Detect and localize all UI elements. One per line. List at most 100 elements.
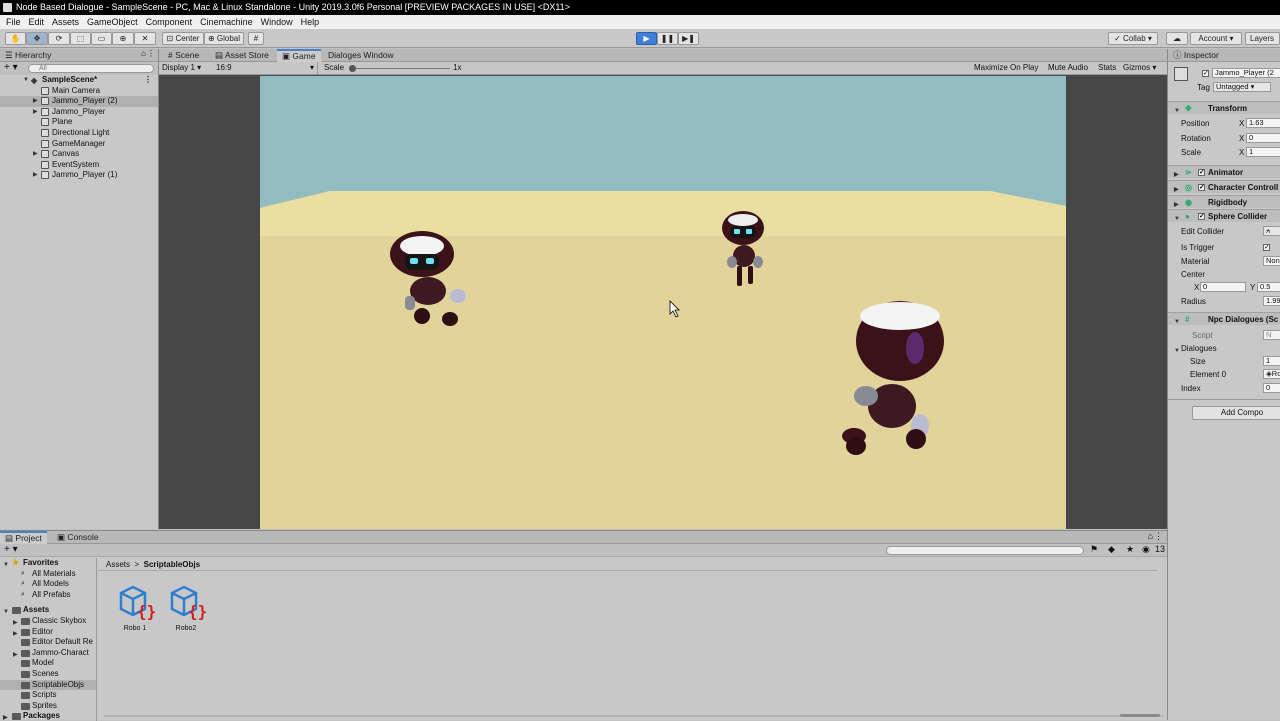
menu-gameobject[interactable]: GameObject <box>83 15 142 29</box>
step-button[interactable]: ▶❚ <box>678 32 699 45</box>
expand-arrow-icon[interactable]: ▶ <box>33 170 38 181</box>
hierarchy-item[interactable]: Plane <box>0 117 158 128</box>
folder-item[interactable]: Scripts <box>0 690 96 701</box>
position-x-field[interactable]: 1.63 <box>1246 118 1280 128</box>
filter-by-label-icon[interactable]: ◆ <box>1108 544 1115 555</box>
pause-button[interactable]: ❚❚ <box>657 32 678 45</box>
tab-project[interactable]: ▤ Project <box>0 531 47 544</box>
folder-item[interactable]: Sprites <box>0 701 96 712</box>
dialogues-size-field[interactable]: 1 <box>1263 356 1280 366</box>
animator-component-header[interactable]: ▶ ⋗ ✓ Animator <box>1168 165 1280 178</box>
favorites-row[interactable]: ▼ ★ Favorites <box>0 558 96 569</box>
npc-dialogues-header[interactable]: ▼ # Npc Dialogues (Sc <box>1168 312 1280 325</box>
account-dropdown[interactable]: Account ▾ <box>1190 32 1242 45</box>
expand-arrow-icon[interactable]: ▼ <box>23 75 29 86</box>
panel-menu-icon[interactable]: ⋮ <box>1154 531 1163 542</box>
favorites-item[interactable]: ⌕ All Models <box>0 579 96 590</box>
scale-slider-handle[interactable] <box>349 65 356 72</box>
aspect-dropdown[interactable]: 16:9 ▾ <box>216 62 318 74</box>
is-trigger-checkbox[interactable]: ✓ <box>1263 244 1270 251</box>
hierarchy-item[interactable]: ▶ Jammo_Player (2) <box>0 96 158 107</box>
favorites-item[interactable]: ⌕ All Materials <box>0 569 96 580</box>
assets-root-row[interactable]: ▼ Assets <box>0 605 96 616</box>
tab-hierarchy[interactable]: ☰ Hierarchy <box>0 49 56 62</box>
edit-collider-button[interactable]: ⍲ <box>1263 226 1280 236</box>
stats-toggle[interactable]: Stats <box>1098 62 1116 74</box>
radius-field[interactable]: 1.99 <box>1263 296 1280 306</box>
move-tool-icon[interactable]: ✥ <box>26 32 48 45</box>
folder-item[interactable]: Editor Default Re <box>0 637 96 648</box>
transform-tool-icon[interactable]: ⊕ <box>112 32 134 45</box>
lock-icon[interactable]: ⌂ <box>1148 531 1153 541</box>
scale-slider[interactable] <box>350 68 450 69</box>
menu-cinemachine[interactable]: Cinemachine <box>196 15 257 29</box>
collab-button[interactable]: ✓ Collab ▾ <box>1108 32 1158 45</box>
folder-item[interactable]: ▶ Editor <box>0 627 96 638</box>
pivot-global-button[interactable]: ⊕ Global <box>204 32 244 45</box>
favorite-star-icon[interactable]: ★ <box>1126 544 1134 555</box>
center-x-field[interactable]: 0 <box>1200 282 1246 292</box>
icon-size-slider[interactable] <box>1120 714 1160 717</box>
asset-robo1[interactable]: {} Robo 1 <box>115 583 156 643</box>
tab-scene[interactable]: # Scene <box>163 49 204 62</box>
tab-asset-store[interactable]: ▤ Asset Store <box>210 49 274 62</box>
panel-menu-icon[interactable]: ⋮ <box>147 49 155 58</box>
gameobject-active-checkbox[interactable]: ✓ <box>1202 70 1209 77</box>
hierarchy-item[interactable]: ▶ Jammo_Player (1) <box>0 170 158 181</box>
game-render-viewport[interactable] <box>260 76 1066 529</box>
cloud-icon[interactable]: ☁ <box>1166 32 1188 45</box>
menu-component[interactable]: Component <box>142 15 197 29</box>
hierarchy-item[interactable]: ▶ Jammo_Player <box>0 107 158 118</box>
sphere-collider-header[interactable]: ▼ ● ✓ Sphere Collider <box>1168 209 1280 222</box>
folder-item[interactable]: ScriptableObjs <box>0 679 96 691</box>
index-field[interactable]: 0 <box>1263 383 1280 393</box>
add-create-icon[interactable]: + ▾ <box>4 544 18 556</box>
scene-menu-icon[interactable]: ⋮ <box>144 75 152 86</box>
character-controller-header[interactable]: ▶ ◎ ✓ Character Controll <box>1168 180 1280 193</box>
lock-icon[interactable]: ⌂ <box>141 49 146 58</box>
scene-row[interactable]: ▼ ◈ SampleScene* ⋮ <box>0 75 158 86</box>
rect-tool-icon[interactable]: ▭ <box>91 32 112 45</box>
horizontal-scrollbar[interactable] <box>104 715 1164 717</box>
display-dropdown[interactable]: Display 1 ▾ <box>162 62 201 74</box>
hierarchy-item[interactable]: EventSystem <box>0 160 158 171</box>
rigidbody-component-header[interactable]: ▶ ◉ Rigidbody <box>1168 195 1280 208</box>
expand-arrow-icon[interactable]: ▶ <box>33 149 38 160</box>
hierarchy-item[interactable]: Directional Light <box>0 128 158 139</box>
tab-dialoges-window[interactable]: Dialoges Window <box>323 49 399 62</box>
mute-audio-toggle[interactable]: Mute Audio <box>1048 62 1088 74</box>
folder-item[interactable]: Scenes <box>0 669 96 680</box>
tab-inspector[interactable]: ⓘ Inspector <box>1168 49 1224 62</box>
animator-enabled-checkbox[interactable]: ✓ <box>1198 169 1205 176</box>
folder-item[interactable]: ▶ Classic Skybox <box>0 616 96 627</box>
add-component-button[interactable]: Add Compo <box>1192 406 1280 420</box>
tag-dropdown[interactable]: Untagged ▾ <box>1213 82 1271 92</box>
hierarchy-search-input[interactable] <box>28 64 154 73</box>
asset-robo2[interactable]: {} Robo2 <box>166 583 207 643</box>
menu-assets[interactable]: Assets <box>48 15 83 29</box>
filter-by-type-icon[interactable]: ⚑ <box>1090 544 1098 555</box>
hand-tool-icon[interactable]: ✋ <box>5 32 26 45</box>
custom-tool-icon[interactable]: ✕ <box>134 32 156 45</box>
hierarchy-item[interactable]: GameManager <box>0 139 158 150</box>
hierarchy-item[interactable]: ▶ Canvas <box>0 149 158 160</box>
material-field[interactable]: None <box>1263 256 1280 266</box>
tab-console[interactable]: ▣ Console <box>52 531 104 544</box>
rotation-x-field[interactable]: 0 <box>1246 133 1280 143</box>
maximize-on-play-toggle[interactable]: Maximize On Play <box>974 62 1038 74</box>
expand-arrow-icon[interactable]: ▶ <box>33 96 38 107</box>
rotate-tool-icon[interactable]: ⟳ <box>48 32 70 45</box>
breadcrumb-assets[interactable]: Assets <box>106 560 130 569</box>
transform-component-header[interactable]: ▼ ✥ Transform <box>1168 101 1280 114</box>
scale-x-field[interactable]: 1 <box>1246 147 1280 157</box>
menu-help[interactable]: Help <box>297 15 324 29</box>
element0-field[interactable]: ◈Ro <box>1263 369 1280 379</box>
breadcrumb-scriptableobjs[interactable]: ScriptableObjs <box>144 560 200 569</box>
gameobject-name-field[interactable]: Jammo_Player (2 <box>1212 68 1280 78</box>
layers-dropdown[interactable]: Layers <box>1245 32 1280 45</box>
scale-tool-icon[interactable]: ⬚ <box>70 32 91 45</box>
collapse-arrow-icon[interactable]: ▼ <box>1174 316 1180 329</box>
add-create-icon[interactable]: + ▾ <box>4 62 18 74</box>
expand-arrow-icon[interactable]: ▶ <box>33 107 38 118</box>
menu-edit[interactable]: Edit <box>25 15 49 29</box>
